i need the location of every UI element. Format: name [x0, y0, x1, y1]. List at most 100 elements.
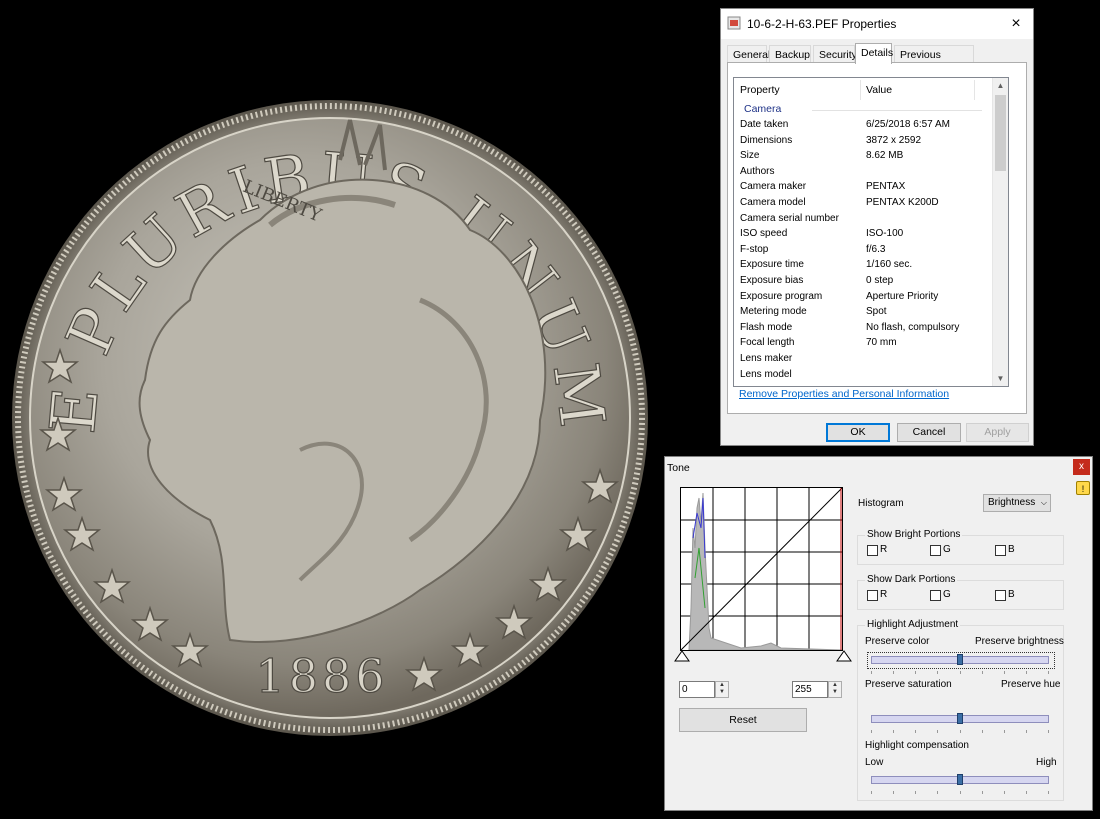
- highlight-compensation-slider-thumb[interactable]: [957, 774, 963, 785]
- property-key: Exposure time: [740, 259, 804, 271]
- tab-backup[interactable]: Backup: [769, 45, 811, 63]
- tab-details[interactable]: Details: [855, 43, 893, 64]
- property-row[interactable]: Exposure bias 0 step: [734, 274, 992, 289]
- property-key: Size: [740, 150, 760, 162]
- histogram-label: Histogram: [858, 498, 904, 509]
- property-key: Metering mode: [740, 306, 807, 318]
- group-camera: Camera: [744, 103, 782, 115]
- remove-properties-link[interactable]: Remove Properties and Personal Informati…: [739, 388, 949, 400]
- show-dark-title: Show Dark Portions: [865, 574, 958, 585]
- tab-security[interactable]: Security: [813, 45, 857, 63]
- dark-r-checkbox[interactable]: [867, 590, 878, 601]
- property-row[interactable]: Exposure program Aperture Priority: [734, 290, 992, 305]
- property-row[interactable]: ISO speed ISO-100: [734, 227, 992, 242]
- highlight-title: Highlight Adjustment: [865, 619, 961, 630]
- white-point-icon[interactable]: [836, 650, 852, 662]
- tone-title: Tone: [667, 462, 690, 474]
- property-row[interactable]: Dimensions 3872 x 2592: [734, 134, 992, 149]
- property-value: 8.62 MB: [866, 150, 904, 162]
- slider-ticks: [871, 791, 1049, 794]
- property-row[interactable]: Flash mode No flash, compulsory: [734, 321, 992, 336]
- input-low-field[interactable]: 0: [679, 681, 715, 698]
- column-value[interactable]: Value: [866, 84, 892, 96]
- property-row[interactable]: Lens model: [734, 368, 992, 383]
- scroll-down-icon[interactable]: ▼: [993, 371, 1008, 386]
- bright-b-label: B: [1008, 544, 1015, 555]
- histogram-area: [688, 492, 842, 650]
- property-row[interactable]: Metering mode Spot: [734, 305, 992, 320]
- list-scrollbar[interactable]: ▲ ▼: [992, 78, 1008, 386]
- property-value: ISO-100: [866, 228, 904, 240]
- preserve-hue-label: Preserve hue: [1001, 679, 1061, 690]
- coin-year: 1886: [255, 649, 388, 703]
- reset-button[interactable]: Reset: [679, 708, 807, 732]
- black-point-icon[interactable]: [674, 650, 690, 662]
- property-row[interactable]: Authors: [734, 165, 992, 180]
- property-row[interactable]: Date taken 6/25/2018 6:57 AM: [734, 118, 992, 133]
- property-key: Camera model: [740, 197, 806, 208]
- bright-b-checkbox[interactable]: [995, 545, 1006, 556]
- property-key: Camera maker: [740, 181, 807, 193]
- property-value: 1/160 sec.: [866, 259, 913, 271]
- input-high-stepper[interactable]: ▲ ▼: [828, 681, 842, 698]
- dialog-titlebar[interactable]: 10-6-2-H-63.PEF Properties ×: [721, 9, 1033, 39]
- properties-list[interactable]: Property Value Camera Date taken 6/25/201…: [733, 77, 1009, 387]
- file-icon: [727, 16, 741, 30]
- property-row[interactable]: Camera serial number: [734, 212, 992, 227]
- ok-button[interactable]: OK: [826, 423, 890, 442]
- chevron-down-icon: ⌵: [1040, 498, 1047, 507]
- coin-photo: E PLURIBUS UNUM LIBERTY 1886: [12, 100, 648, 736]
- cancel-button[interactable]: Cancel: [897, 423, 961, 442]
- column-property[interactable]: Property: [740, 84, 780, 96]
- bright-r-checkbox[interactable]: [867, 545, 878, 556]
- saturation-hue-slider-thumb[interactable]: [957, 713, 963, 724]
- property-key: Exposure program: [740, 290, 823, 302]
- property-value: 6/25/2018 6:57 AM: [866, 119, 950, 130]
- property-row[interactable]: F-stop f/6.3: [734, 243, 992, 258]
- tab-general[interactable]: General: [727, 45, 770, 63]
- property-key: ISO speed: [740, 228, 788, 240]
- property-value: Spot: [866, 306, 887, 318]
- highlight-compensation-label: Highlight compensation: [865, 740, 969, 751]
- bright-g-label: G: [943, 544, 951, 555]
- close-button[interactable]: ×: [1005, 13, 1027, 35]
- help-hint-icon[interactable]: !: [1076, 481, 1090, 495]
- dark-g-label: G: [943, 589, 951, 600]
- property-value: PENTAX: [866, 181, 906, 193]
- property-key: Flash mode: [740, 321, 793, 333]
- input-high-field[interactable]: 255: [792, 681, 828, 698]
- property-row[interactable]: Lens maker: [734, 352, 992, 367]
- dark-g-checkbox[interactable]: [930, 590, 941, 601]
- dark-b-checkbox[interactable]: [995, 590, 1006, 601]
- bright-r-label: R: [880, 544, 888, 555]
- tab-previous-versions[interactable]: Previous Versions: [894, 45, 974, 79]
- property-key: Exposure bias: [740, 275, 804, 286]
- tone-curve-graph[interactable]: [680, 487, 843, 651]
- scroll-thumb[interactable]: [995, 95, 1006, 171]
- input-low-stepper[interactable]: ▲ ▼: [715, 681, 729, 698]
- preserve-color-label: Preserve color: [865, 636, 930, 647]
- properties-dialog: 10-6-2-H-63.PEF Properties × General Bac…: [720, 8, 1034, 446]
- histogram-mode-select[interactable]: Brightness ⌵: [983, 494, 1051, 512]
- property-row[interactable]: Size 8.62 MB: [734, 149, 992, 164]
- dialog-title: 10-6-2-H-63.PEF Properties: [747, 17, 897, 31]
- apply-button[interactable]: Apply: [966, 423, 1029, 442]
- low-label: Low: [865, 757, 884, 768]
- dark-b-label: B: [1008, 589, 1015, 600]
- property-key: Authors: [740, 165, 775, 177]
- property-row[interactable]: Exposure time 1/160 sec.: [734, 258, 992, 273]
- property-key: Lens model: [740, 368, 792, 380]
- property-value: 70 mm: [866, 337, 897, 349]
- property-row[interactable]: Camera maker PENTAX: [734, 180, 992, 195]
- property-value: f/6.3: [866, 243, 886, 255]
- property-row[interactable]: Focal length 70 mm: [734, 336, 992, 351]
- color-brightness-slider-thumb[interactable]: [957, 654, 963, 665]
- property-value: 3872 x 2592: [866, 134, 922, 146]
- property-key: Date taken: [740, 119, 789, 130]
- slider-ticks: [871, 730, 1049, 733]
- property-row[interactable]: Camera model PENTAX K200D: [734, 196, 992, 211]
- scroll-up-icon[interactable]: ▲: [993, 78, 1008, 93]
- tone-close-button[interactable]: x: [1073, 459, 1090, 475]
- bright-g-checkbox[interactable]: [930, 545, 941, 556]
- property-key: Camera serial number: [740, 212, 839, 224]
